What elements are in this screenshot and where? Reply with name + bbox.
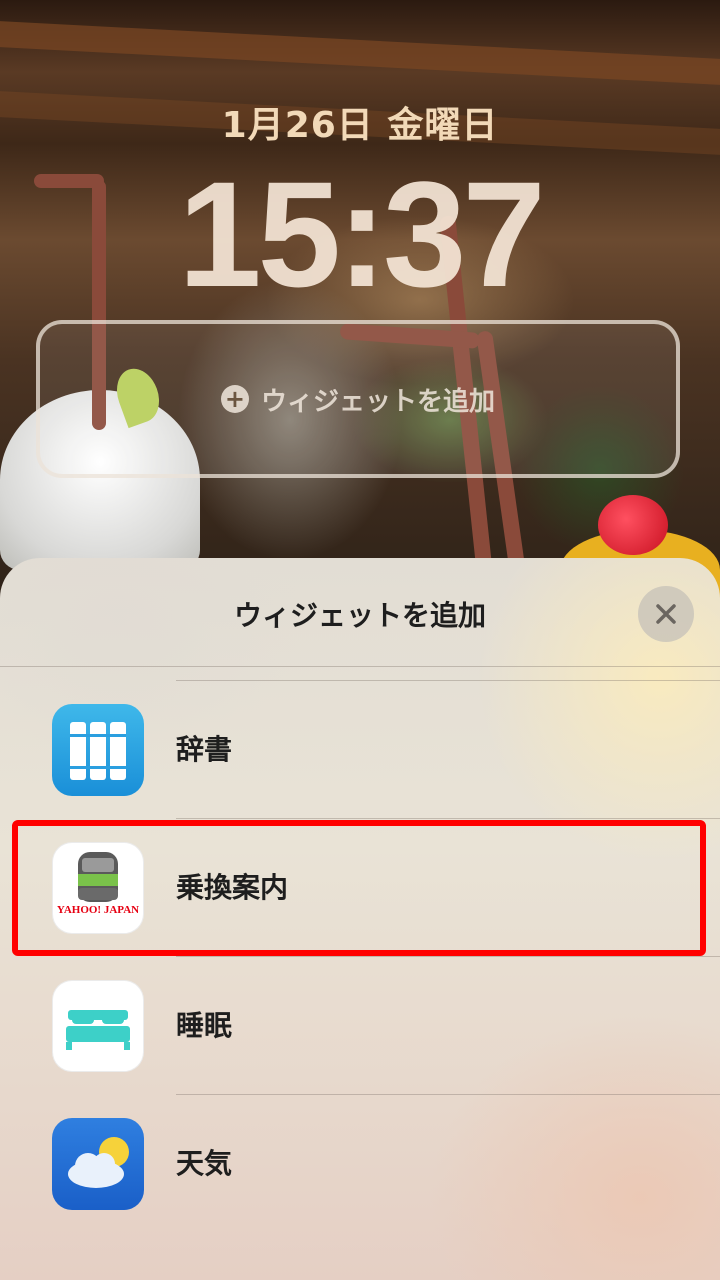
lockscreen-date: 1月26日 金曜日 [221, 105, 499, 146]
wallpaper-beam [0, 20, 720, 86]
widget-item-label: 天気 [176, 1147, 233, 1180]
sheet-title: ウィジェットを追加 [233, 599, 486, 632]
add-widget-slot[interactable]: + ウィジェットを追加 [36, 320, 680, 478]
separator [176, 956, 720, 957]
separator [176, 1094, 720, 1095]
dictionary-icon [52, 704, 144, 796]
separator [176, 818, 720, 819]
selection-highlight-box [12, 820, 706, 956]
widget-item-sleep[interactable]: 睡眠 [0, 960, 720, 1090]
wallpaper-cherry [598, 495, 668, 555]
plus-icon: + [220, 385, 249, 413]
separator [176, 680, 720, 681]
add-widget-sheet: ウィジェットを追加 辞書 YAHOO! JAPAN 乗換案内 睡眠 天気 [0, 558, 720, 1280]
close-button[interactable] [638, 586, 694, 642]
widget-item-label: 辞書 [176, 733, 233, 766]
close-icon [656, 604, 676, 624]
lockscreen-time: 15:37 [178, 150, 546, 318]
sheet-header: ウィジェットを追加 [0, 558, 720, 667]
widget-item-weather[interactable]: 天気 [0, 1098, 720, 1228]
add-widget-slot-label: ウィジェットを追加 [260, 386, 495, 417]
widget-item-label: 睡眠 [176, 1009, 233, 1042]
widget-item-dictionary[interactable]: 辞書 [0, 684, 720, 814]
weather-icon [52, 1118, 144, 1210]
sleep-bed-icon [52, 980, 144, 1072]
